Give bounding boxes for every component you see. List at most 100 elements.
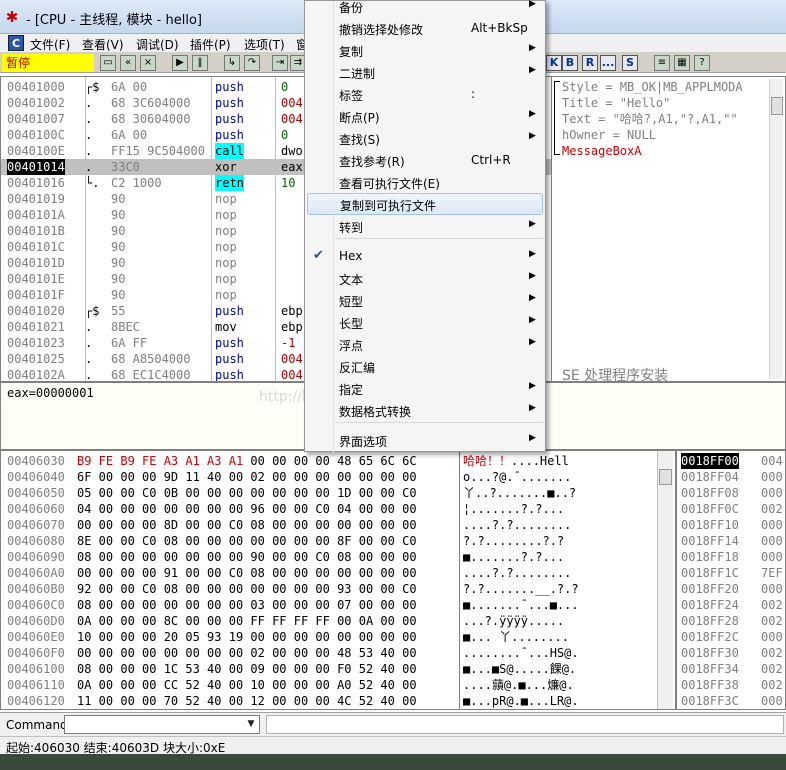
menu-item-label[interactable]: 标签: <box>305 83 545 105</box>
menu-item-ui-options[interactable]: 界面选项 ▶ <box>305 429 545 451</box>
disasm-mnemonic: mov <box>215 320 237 334</box>
menu-item-hex[interactable]: ✔ Hex ▶ <box>305 245 545 267</box>
menu-item-search[interactable]: 查找(S) ▶ <box>305 127 545 149</box>
comments-pane[interactable]: Style = MB_OK|MB_APPLMODA Title = "Hello"… <box>552 76 786 382</box>
dump-row[interactable]: 00406120 11 00 00 00 70 52 40 00 12 00 00… <box>1 693 675 709</box>
menu-item-disassemble[interactable]: 反汇编 <box>305 355 545 377</box>
disasm-address: 00401021 <box>7 320 65 334</box>
pause-icon[interactable]: ‖ <box>192 55 208 71</box>
menu-item-copy-to-executable[interactable]: 复制到可执行文件 <box>307 193 543 215</box>
stack-row[interactable]: 0018FF38 002 <box>677 677 785 693</box>
close-icon[interactable]: × <box>140 55 156 71</box>
stack-row[interactable]: 0018FF34 002 <box>677 661 785 677</box>
context-menu: 备份 ▶ 撤销选择处修改 Alt+BkSp 复制 ▶ 二进制 ▶ 标签: 断点(P) ▶ 查找(S) ▶… <box>304 0 546 453</box>
dump-row[interactable]: 004060B0 92 00 00 C0 08 00 00 00 00 00 00… <box>1 581 675 597</box>
dump-row[interactable]: 00406050 05 00 00 C0 0B 00 00 00 00 00 00… <box>1 485 675 501</box>
dump-address: 00406090 <box>7 550 65 564</box>
disasm-bytes: 90 <box>111 272 126 286</box>
menu-item-find-references[interactable]: 查找参考(R) Ctrl+R <box>305 149 545 171</box>
restart-icon[interactable]: « <box>120 55 136 71</box>
disasm-mnemonic: push <box>215 368 244 382</box>
menu-debug[interactable]: 调试(D) <box>136 36 179 53</box>
stack-row[interactable]: 0018FF3C 000 <box>677 693 785 709</box>
dump-row[interactable]: 004060F0 00 00 00 00 00 00 00 00 02 00 00… <box>1 645 675 661</box>
dump-row[interactable]: 004060C0 08 00 00 00 00 00 00 00 03 00 00… <box>1 597 675 613</box>
menu-item-binary[interactable]: 二进制 ▶ <box>305 61 545 83</box>
dump-hex: 92 00 00 C0 08 00 00 00 00 00 00 00 93 0… <box>77 582 417 596</box>
run-icon[interactable]: ▶ <box>172 55 188 71</box>
dump-row[interactable]: 00406100 08 00 00 00 1C 53 40 00 09 00 00… <box>1 661 675 677</box>
menu-item-text[interactable]: 文本 ▶ <box>305 267 545 289</box>
scroll-thumb[interactable] <box>771 97 783 115</box>
dump-row[interactable]: 00406060 04 00 00 00 00 00 00 00 96 00 00… <box>1 501 675 517</box>
toolbar-b-button[interactable]: B <box>562 55 578 71</box>
toolbar-r-button[interactable]: R <box>582 55 598 71</box>
menu-plugins[interactable]: 插件(P) <box>190 36 231 53</box>
toolbar-s-button[interactable]: S <box>622 55 638 71</box>
stack-row[interactable]: 0018FF10 000 <box>677 517 785 533</box>
stack-row[interactable]: 0018FF04 000 <box>677 469 785 485</box>
menu-item-view-executable[interactable]: 查看可执行文件(E) <box>305 171 545 193</box>
stack-address: 0018FF00 <box>681 453 739 469</box>
stack-row[interactable]: 0018FF24 002 <box>677 597 785 613</box>
stack-pane[interactable]: 0018FF00 004 0018FF04 000 0018FF08 000 0018FF0… <box>676 450 786 710</box>
submenu-arrow-icon: ▶ <box>529 219 536 229</box>
toolbar-dots-button[interactable]: ... <box>600 55 616 71</box>
menu-item-float[interactable]: 浮点 ▶ <box>305 333 545 355</box>
chevron-down-icon[interactable]: ▼ <box>244 716 258 733</box>
disasm-mnemonic: push <box>215 112 244 126</box>
disasm-address: 0040100C <box>7 128 65 142</box>
open-icon[interactable]: ▭ <box>100 55 116 71</box>
dump-row[interactable]: 004060D0 0A 00 00 00 8C 00 00 00 FF FF FF… <box>1 613 675 629</box>
menu-item-specify[interactable]: 指定 ▶ <box>305 377 545 399</box>
toolbar-k-button[interactable]: K <box>546 55 562 71</box>
menu-item-long[interactable]: 长型 ▶ <box>305 311 545 333</box>
step-over-icon[interactable]: ↷ <box>244 55 260 71</box>
menu-item-goto[interactable]: 转到 ▶ <box>305 215 545 237</box>
stack-row[interactable]: 0018FF0C 002 <box>677 501 785 517</box>
command-input[interactable] <box>64 715 260 734</box>
dump-row[interactable]: 00406110 0A 00 00 00 CC 52 40 00 10 00 00… <box>1 677 675 693</box>
cpu-window-icon[interactable]: C <box>8 35 24 51</box>
menu-item-short[interactable]: 短型 ▶ <box>305 289 545 311</box>
menu-item-backup[interactable]: 备份 ▶ <box>305 0 545 17</box>
stack-row[interactable]: 0018FF20 000 <box>677 581 785 597</box>
menu-item-copy[interactable]: 复制 ▶ <box>305 39 545 61</box>
dump-row[interactable]: 00406090 08 00 00 00 00 00 00 00 90 00 00… <box>1 549 675 565</box>
memory-dump-pane[interactable]: 00406030 B9 FE B9 FE A3 A1 A3 A1 00 00 00… <box>0 450 676 710</box>
stack-row[interactable]: 0018FF00 004 <box>677 453 785 469</box>
menu-view[interactable]: 查看(V) <box>82 36 124 53</box>
stack-row[interactable]: 0018FF28 002 <box>677 613 785 629</box>
disasm-scrollbar[interactable] <box>769 79 783 379</box>
trace-into-icon[interactable]: ⇥ <box>272 55 288 71</box>
step-into-icon[interactable]: ↳ <box>224 55 240 71</box>
help-icon[interactable]: ? <box>694 55 710 71</box>
stack-row[interactable]: 0018FF08 000 <box>677 485 785 501</box>
stack-row[interactable]: 0018FF30 002 <box>677 645 785 661</box>
dump-hex: B9 FE B9 FE A3 A1 A3 A1 00 00 00 00 48 6… <box>77 454 417 468</box>
grid-icon[interactable]: ▦ <box>674 55 690 71</box>
stack-row[interactable]: 0018FF2C 000 <box>677 629 785 645</box>
stack-row[interactable]: 0018FF18 000 <box>677 549 785 565</box>
bug-icon[interactable]: ✱ <box>4 9 20 25</box>
menu-options[interactable]: 选项(T) <box>244 36 285 53</box>
disasm-mnemonic: nop <box>215 256 237 270</box>
menu-item-data-format[interactable]: 数据格式转换 ▶ <box>305 399 545 421</box>
dump-row[interactable]: 004060E0 10 00 00 00 20 05 93 19 00 00 00… <box>1 629 675 645</box>
stack-row[interactable]: 0018FF1C 7EF <box>677 565 785 581</box>
submenu-arrow-icon: ▶ <box>529 43 536 53</box>
dump-row[interactable]: 00406080 8E 00 00 C0 08 00 00 00 00 00 00… <box>1 533 675 549</box>
dump-address: 00406030 <box>7 454 65 468</box>
dump-row[interactable]: 004060A0 00 00 00 00 91 00 00 C0 08 00 00… <box>1 565 675 581</box>
menu-item-breakpoint[interactable]: 断点(P) ▶ <box>305 105 545 127</box>
menu-file[interactable]: 文件(F) <box>30 36 70 53</box>
stack-row[interactable]: 0018FF14 000 <box>677 533 785 549</box>
dump-row[interactable]: 00406030 B9 FE B9 FE A3 A1 A3 A1 00 00 00… <box>1 453 675 469</box>
list-icon[interactable]: ≡ <box>654 55 670 71</box>
disasm-address: 00401019 <box>7 192 65 206</box>
menu-item-undo-selection[interactable]: 撤销选择处修改 Alt+BkSp <box>305 17 545 39</box>
disasm-address: 0040101F <box>7 288 65 302</box>
disasm-address: 0040101C <box>7 240 65 254</box>
dump-row[interactable]: 00406040 6F 00 00 00 9D 11 40 00 02 00 00… <box>1 469 675 485</box>
dump-row[interactable]: 00406070 00 00 00 00 8D 00 00 C0 08 00 00… <box>1 517 675 533</box>
